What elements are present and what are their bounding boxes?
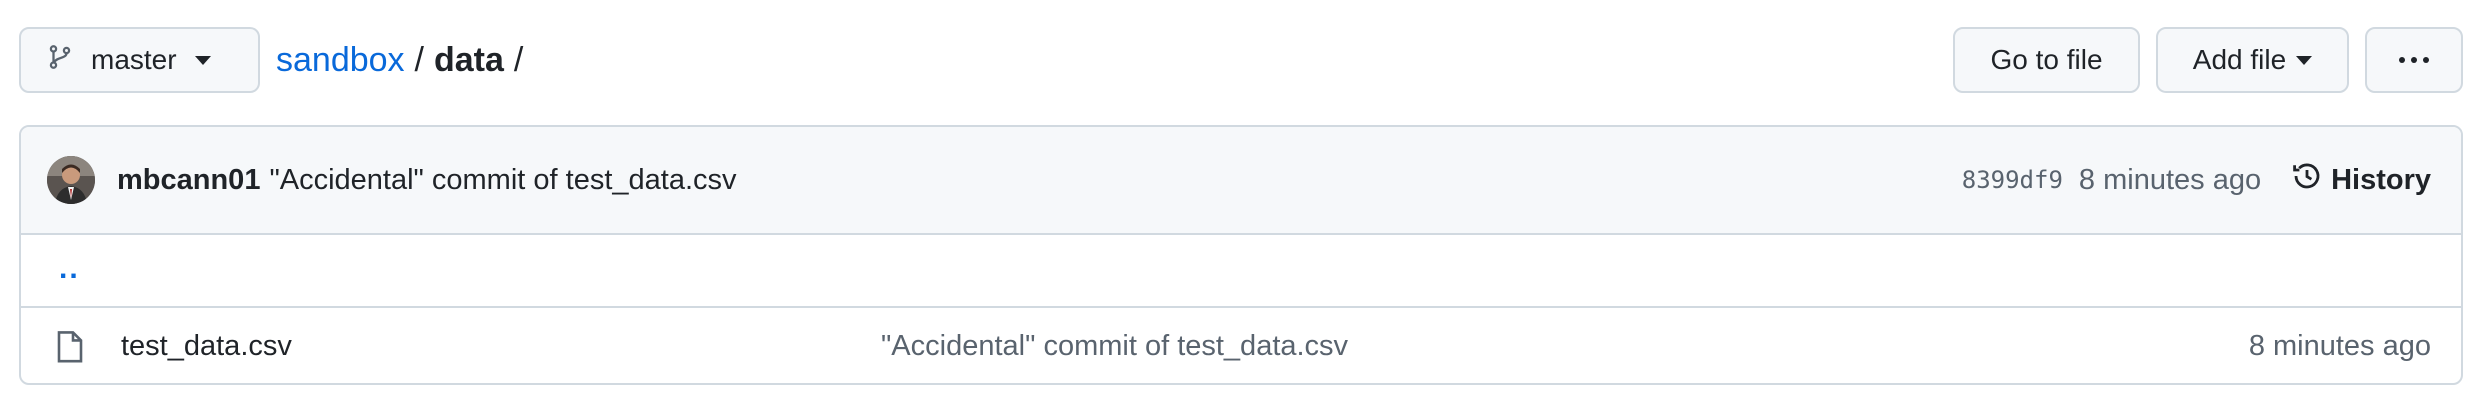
- chevron-down-icon: [2296, 55, 2313, 65]
- table-row: test_data.csv "Accidental" commit of tes…: [21, 308, 2461, 383]
- more-options-button[interactable]: [2365, 27, 2463, 93]
- breadcrumb-separator: /: [414, 40, 424, 79]
- repo-toolbar: master sandbox / data / Go to file Add f…: [19, 27, 2463, 93]
- file-commit-message-link[interactable]: "Accidental" commit of test_data.csv: [881, 330, 1348, 363]
- breadcrumb-repo-link[interactable]: sandbox: [276, 41, 405, 80]
- latest-commit-row: mbcann01 "Accidental" commit of test_dat…: [21, 127, 2461, 235]
- file-commit-time: 8 minutes ago: [2248, 330, 2431, 362]
- toolbar-actions: Go to file Add file: [1953, 27, 2463, 93]
- branch-selector-button[interactable]: master: [19, 27, 260, 93]
- file-icon: [55, 330, 85, 364]
- breadcrumb: sandbox / data /: [276, 41, 523, 80]
- parent-directory-row[interactable]: ..: [21, 235, 2461, 308]
- commit-meta: 8399df9 8 minutes ago History: [1962, 160, 2431, 200]
- go-to-file-button[interactable]: Go to file: [1953, 27, 2140, 93]
- commit-author-link[interactable]: mbcann01: [117, 164, 260, 197]
- chevron-down-icon: [194, 55, 211, 65]
- commit-time: 8 minutes ago: [2078, 163, 2262, 196]
- breadcrumb-current-folder: data: [434, 40, 504, 79]
- add-file-button[interactable]: Add file: [2156, 27, 2349, 93]
- parent-directory-link[interactable]: ..: [59, 252, 80, 286]
- file-browser-panel: mbcann01 "Accidental" commit of test_dat…: [19, 125, 2463, 385]
- add-file-label: Add file: [2192, 44, 2287, 75]
- file-name-link[interactable]: test_data.csv: [121, 330, 881, 363]
- history-label: History: [2331, 163, 2431, 196]
- history-button[interactable]: History: [2291, 160, 2431, 200]
- breadcrumb-separator: /: [513, 40, 524, 79]
- kebab-horizontal-icon: [2399, 57, 2429, 63]
- history-icon: [2291, 160, 2323, 200]
- commit-sha-link[interactable]: 8399df9: [1962, 166, 2063, 194]
- commit-message-link[interactable]: "Accidental" commit of test_data.csv: [269, 164, 736, 197]
- git-branch-icon: [47, 42, 73, 79]
- avatar[interactable]: [47, 156, 95, 204]
- branch-name: master: [91, 44, 177, 75]
